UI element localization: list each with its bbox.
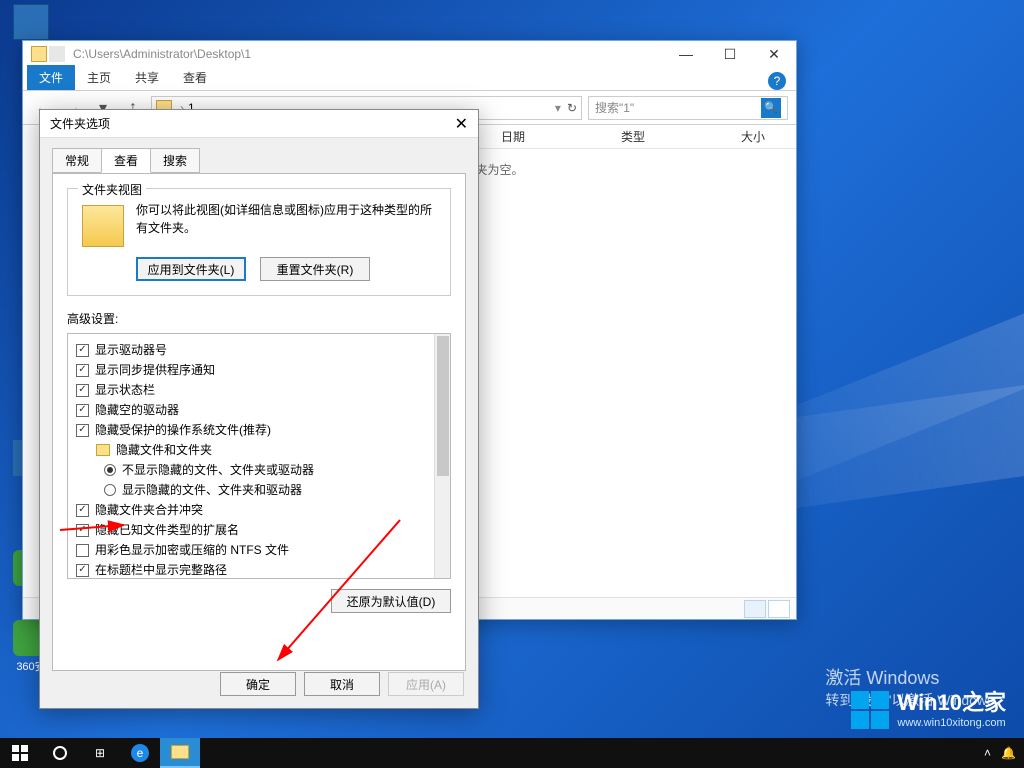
dialog-body: 文件夹视图 你可以将此视图(如详细信息或图标)应用于这种类型的所有文件夹。 应用… [52,173,466,671]
reset-folders-button[interactable]: 重置文件夹(R) [260,257,370,281]
dialog-title: 文件夹选项 [50,115,110,132]
checkbox[interactable] [76,564,89,577]
opt-full-path-titlebar: 在标题栏中显示完整路径 [95,560,227,579]
cortana-button[interactable] [40,738,80,768]
tray-chevron-icon[interactable]: ˄ [984,746,991,760]
folder-icon [96,444,110,456]
folder-icon [171,745,189,759]
advanced-label: 高级设置: [67,310,451,327]
tab-view[interactable]: 查看 [101,148,151,173]
restore-defaults-button[interactable]: 还原为默认值(D) [331,589,451,613]
system-tray[interactable]: ˄ 🔔 [984,746,1024,760]
folder-options-dialog: 文件夹选项 ✕ 常规 查看 搜索 文件夹视图 你可以将此视图(如详细信息或图标)… [39,109,479,709]
tab-home[interactable]: 主页 [75,65,123,90]
help-icon[interactable]: ? [768,72,786,90]
checkbox[interactable] [76,384,89,397]
logo-brand: Win10之家 [897,690,1006,716]
cancel-button[interactable]: 取消 [304,672,380,696]
view-details-button[interactable] [744,600,766,618]
checkbox[interactable] [76,344,89,357]
tab-search[interactable]: 搜索 [150,148,200,173]
taskbar-explorer[interactable] [160,738,200,768]
desktop-icon-this-pc[interactable] [6,4,56,42]
checkbox[interactable] [76,524,89,537]
tab-view[interactable]: 查看 [171,65,219,90]
col-type[interactable]: 类型 [603,128,663,145]
folder-icon [31,46,47,62]
opt-hide-merge-conflicts: 隐藏文件夹合并冲突 [95,500,203,520]
app-icon [49,46,65,62]
apply-to-folders-button[interactable]: 应用到文件夹(L) [136,257,246,281]
taskbar-edge[interactable]: e [120,738,160,768]
logo-url: www.win10xitong.com [897,717,1006,730]
radio[interactable] [104,484,116,496]
minimize-button[interactable]: — [664,41,708,67]
opt-hide-empty-drives: 隐藏空的驱动器 [95,400,179,420]
tab-share[interactable]: 共享 [123,65,171,90]
refresh-icon[interactable]: ↻ [567,101,577,115]
checkbox[interactable] [76,504,89,517]
search-icon[interactable]: 🔍 [761,98,781,118]
ok-button[interactable]: 确定 [220,672,296,696]
maximize-button[interactable]: ☐ [708,41,752,67]
checkbox[interactable] [76,404,89,417]
titlebar[interactable]: C:\Users\Administrator\Desktop\1 — ☐ ✕ [23,41,796,67]
search-input[interactable]: 搜索"1" 🔍 [588,96,788,120]
group-legend: 文件夹视图 [78,181,146,198]
taskbar[interactable]: ⊞ e ˄ 🔔 [0,738,1024,768]
opt-status-bar: 显示状态栏 [95,380,155,400]
scrollbar[interactable] [434,334,450,578]
opt-show-drive-letters: 显示驱动器号 [95,340,167,360]
opt-show-hidden: 显示隐藏的文件、文件夹和驱动器 [122,480,302,500]
task-view-button[interactable]: ⊞ [80,738,120,768]
task-view-icon: ⊞ [95,746,105,760]
pc-icon [13,4,49,40]
checkbox[interactable] [76,364,89,377]
tray-notification-icon[interactable]: 🔔 [1001,746,1016,760]
col-date[interactable]: 日期 [483,128,543,145]
opt-hide-extensions: 隐藏已知文件类型的扩展名 [95,520,239,540]
apply-button[interactable]: 应用(A) [388,672,464,696]
folder-views-group: 文件夹视图 你可以将此视图(如详细信息或图标)应用于这种类型的所有文件夹。 应用… [67,188,451,296]
tab-general[interactable]: 常规 [52,148,102,173]
search-placeholder: 搜索"1" [595,99,634,116]
folder-views-text: 你可以将此视图(如详细信息或图标)应用于这种类型的所有文件夹。 [136,201,436,237]
start-button[interactable] [0,738,40,768]
checkbox[interactable] [76,424,89,437]
opt-sync-notifications: 显示同步提供程序通知 [95,360,215,380]
windows-icon [12,745,28,761]
site-logo: Win10之家 www.win10xitong.com [851,690,1006,730]
dialog-tabs: 常规 查看 搜索 [40,138,478,173]
checkbox[interactable] [76,544,89,557]
opt-color-ntfs: 用彩色显示加密或压缩的 NTFS 文件 [95,540,289,560]
opt-dont-show-hidden: 不显示隐藏的文件、文件夹或驱动器 [122,460,314,480]
view-icons-button[interactable] [768,600,790,618]
dialog-titlebar[interactable]: 文件夹选项 ✕ [40,110,478,138]
quick-access-icons [31,46,65,62]
activate-title: 激活 Windows [825,664,994,690]
address-dropdown[interactable]: ▾ [555,101,561,115]
opt-hidden-files-group: 隐藏文件和文件夹 [116,440,212,460]
folder-icon [82,205,124,247]
close-button[interactable]: ✕ [752,41,796,67]
close-icon[interactable]: ✕ [455,114,468,134]
opt-hide-protected-os-files: 隐藏受保护的操作系统文件(推荐) [95,420,271,440]
radio[interactable] [104,464,116,476]
ribbon: 文件 主页 共享 查看 ? [23,67,796,91]
tab-file[interactable]: 文件 [27,65,75,90]
advanced-settings-tree[interactable]: 显示驱动器号 显示同步提供程序通知 显示状态栏 隐藏空的驱动器 隐藏受保护的操作… [67,333,451,579]
window-path: C:\Users\Administrator\Desktop\1 [73,47,251,61]
col-size[interactable]: 大小 [723,128,783,145]
windows-logo-icon [851,691,889,729]
